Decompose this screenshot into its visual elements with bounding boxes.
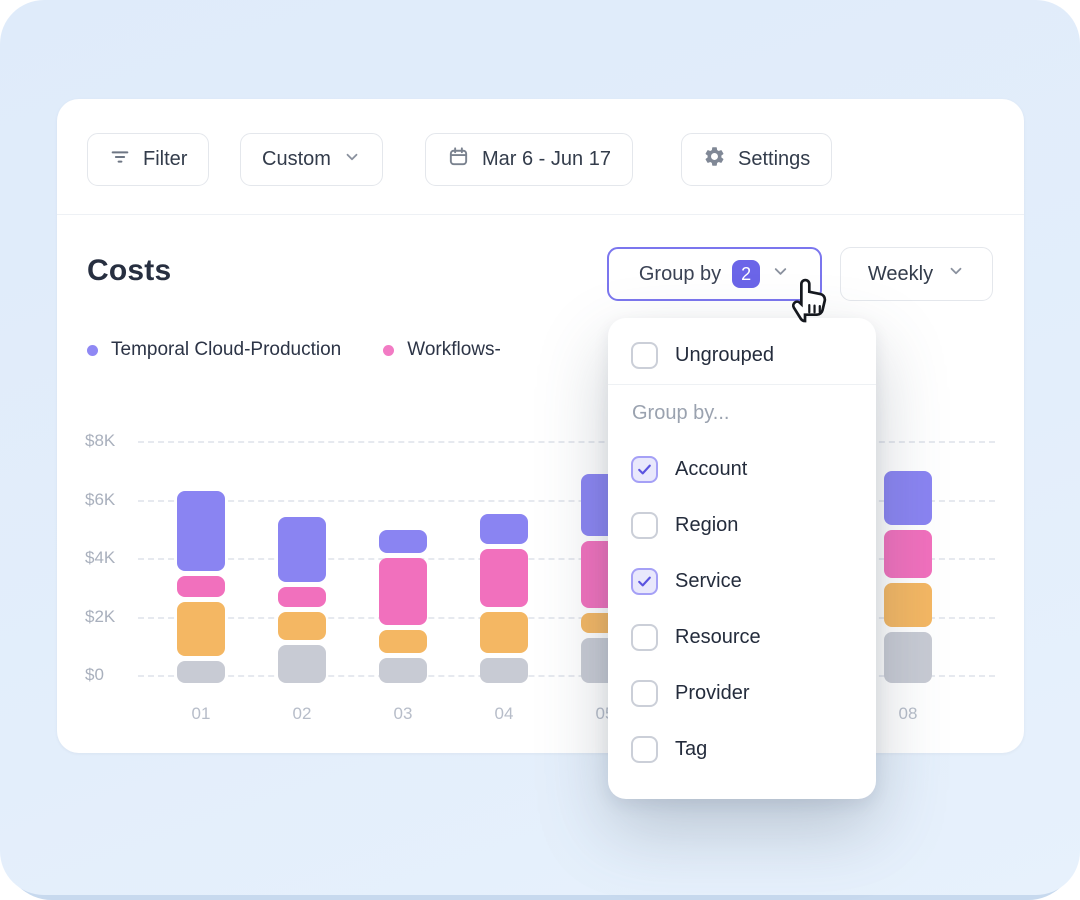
settings-label: Settings <box>738 148 810 171</box>
stacked-bar-01[interactable] <box>177 491 225 683</box>
dropdown-item-region[interactable]: Region <box>608 497 876 553</box>
toolbar: Filter Custom Mar 6 - Jun 17 <box>57 99 1024 215</box>
y-axis-tick-label: $8K <box>85 431 131 451</box>
screen: Filter Custom Mar 6 - Jun 17 <box>0 0 1080 900</box>
x-axis-tick-label: 01 <box>177 704 225 724</box>
chevron-down-icon <box>343 148 361 172</box>
y-axis-tick-label: $6K <box>85 490 131 510</box>
bar-segment-gray[interactable] <box>278 645 326 683</box>
dropdown-item-label: Provider <box>675 682 749 705</box>
filter-label: Filter <box>143 148 187 171</box>
date-range-label: Mar 6 - Jun 17 <box>482 148 611 171</box>
checkbox-tag[interactable] <box>631 736 658 763</box>
custom-range-select[interactable]: Custom <box>240 133 383 186</box>
y-axis-tick-label: $2K <box>85 607 131 627</box>
dropdown-item-provider[interactable]: Provider <box>608 665 876 721</box>
page-title: Costs <box>87 254 171 288</box>
y-axis-tick-label: $4K <box>85 548 131 568</box>
legend-item[interactable]: Temporal Cloud-Production <box>87 339 341 361</box>
bar-segment-gray[interactable] <box>480 658 528 683</box>
bar-segment-gray[interactable] <box>379 658 427 683</box>
checkbox-resource[interactable] <box>631 624 658 651</box>
dashboard-card: Filter Custom Mar 6 - Jun 17 <box>57 99 1024 753</box>
dropdown-options: Account Region Service Resource Provider Tag <box>608 441 876 777</box>
bar-segment-orange[interactable] <box>884 583 932 627</box>
dropdown-item-label: Resource <box>675 626 761 649</box>
legend-label: Temporal Cloud-Production <box>111 339 341 361</box>
bar-segment-orange[interactable] <box>177 602 225 656</box>
bar-segment-pink[interactable] <box>884 530 932 578</box>
filter-icon <box>109 146 131 174</box>
bar-segment-pink[interactable] <box>177 576 225 596</box>
bar-segment-pink[interactable] <box>379 558 427 625</box>
dropdown-item-ungrouped[interactable]: Ungrouped <box>608 326 876 384</box>
settings-button[interactable]: Settings <box>681 133 832 186</box>
bar-segment-purple[interactable] <box>379 530 427 553</box>
dropdown-item-service[interactable]: Service <box>608 553 876 609</box>
checkbox-provider[interactable] <box>631 680 658 707</box>
dropdown-item-label: Account <box>675 458 747 481</box>
dropdown-item-label: Ungrouped <box>675 344 774 367</box>
chevron-down-icon <box>947 262 965 286</box>
legend: Temporal Cloud-Production Workflows- <box>87 339 501 361</box>
bar-segment-pink[interactable] <box>278 587 326 607</box>
bar-segment-purple[interactable] <box>177 491 225 571</box>
bar-segment-gray[interactable] <box>177 661 225 683</box>
checkbox-region[interactable] <box>631 512 658 539</box>
gear-icon <box>703 145 726 174</box>
x-axis-tick-label: 03 <box>379 704 427 724</box>
dropdown-item-label: Region <box>675 514 738 537</box>
legend-dot-icon <box>87 345 98 356</box>
legend-label: Workflows- <box>407 339 501 361</box>
legend-dot-icon <box>383 345 394 356</box>
bar-segment-orange[interactable] <box>379 630 427 653</box>
bar-segment-orange[interactable] <box>278 612 326 640</box>
y-axis-tick-label: $0 <box>85 665 131 685</box>
filter-button[interactable]: Filter <box>87 133 209 186</box>
group-by-count-badge: 2 <box>732 260 760 288</box>
group-by-label: Group by <box>639 263 721 286</box>
stacked-bar-08[interactable] <box>884 471 932 683</box>
bar-segment-purple[interactable] <box>480 514 528 543</box>
stacked-bar-04[interactable] <box>480 514 528 683</box>
dropdown-item-label: Service <box>675 570 742 593</box>
bar-segment-gray[interactable] <box>884 632 932 683</box>
checkbox-service-checked[interactable] <box>631 568 658 595</box>
checkbox-account-checked[interactable] <box>631 456 658 483</box>
calendar-icon <box>447 145 470 174</box>
dropdown-section-label: Group by... <box>608 385 876 441</box>
date-range-button[interactable]: Mar 6 - Jun 17 <box>425 133 633 186</box>
bar-segment-purple[interactable] <box>278 517 326 581</box>
bar-segment-pink[interactable] <box>480 549 528 608</box>
bar-segment-purple[interactable] <box>884 471 932 525</box>
dropdown-item-label: Tag <box>675 738 707 761</box>
legend-item[interactable]: Workflows- <box>383 339 501 361</box>
custom-label: Custom <box>262 148 331 171</box>
x-axis-tick-label: 04 <box>480 704 528 724</box>
x-axis-tick-label: 02 <box>278 704 326 724</box>
stacked-bar-02[interactable] <box>278 517 326 683</box>
dropdown-item-account[interactable]: Account <box>608 441 876 497</box>
checkbox-ungrouped[interactable] <box>631 342 658 369</box>
interval-select[interactable]: Weekly <box>840 247 993 301</box>
x-axis-tick-label: 08 <box>884 704 932 724</box>
dropdown-item-resource[interactable]: Resource <box>608 609 876 665</box>
hand-cursor-icon <box>786 271 838 330</box>
bar-segment-orange[interactable] <box>480 612 528 653</box>
group-by-dropdown: Ungrouped Group by... Account Region Servi… <box>608 318 876 799</box>
dropdown-item-tag[interactable]: Tag <box>608 721 876 777</box>
interval-label: Weekly <box>868 263 933 286</box>
stacked-bar-03[interactable] <box>379 530 427 683</box>
